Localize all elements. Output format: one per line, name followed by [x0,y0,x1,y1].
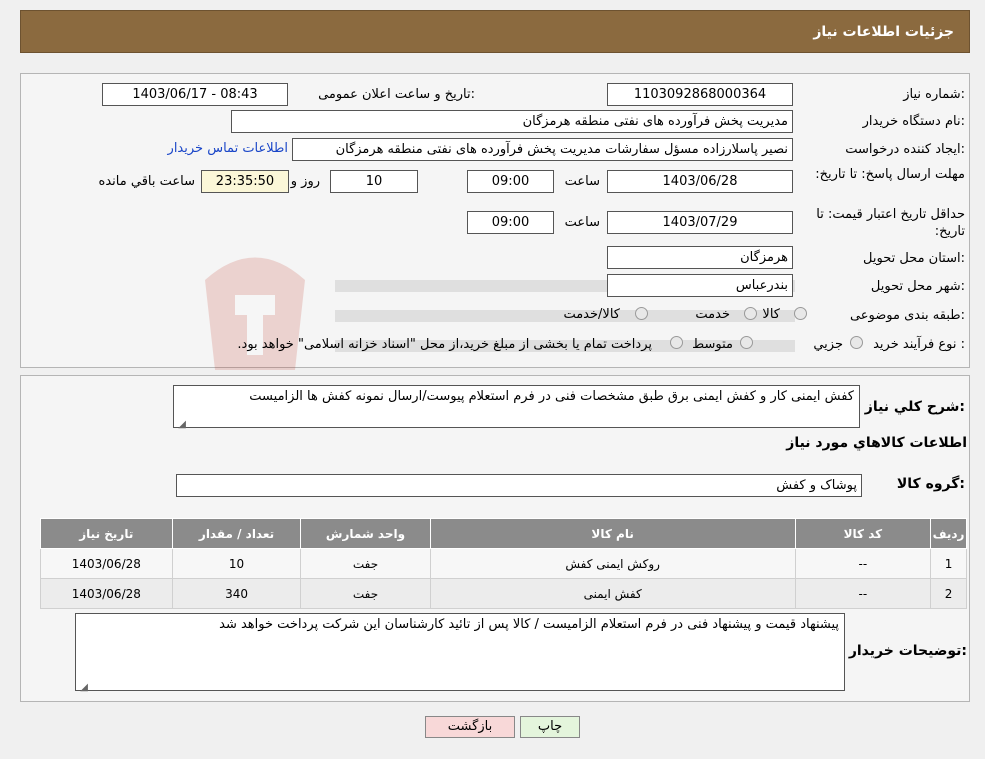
resize-grip-icon: ◢ [80,682,88,693]
price-validity-label: حداقل تاریخ اعتبار قیمت: تا تاریخ: [816,207,965,239]
cell-name: روکش ایمنی کفش [429,548,796,579]
col-header-date: تاریخ نیاز [40,518,173,549]
col-header-code: کد کالا [794,518,932,549]
price-time-label: ساعت [564,215,600,230]
process-radio-minor[interactable] [850,336,863,349]
announce-datetime-label: تاریخ و ساعت اعلان عمومی: [318,87,475,102]
process-radio-treasury[interactable] [670,336,683,349]
reply-deadline-label: مهلت ارسال پاسخ: تا تاریخ: [815,167,965,182]
process-minor-label: جزیي [813,337,843,352]
process-medium-label: متوسط [692,337,733,352]
page-header: جزئیات اطلاعات نیاز [20,10,970,53]
cell-code: -- [794,548,932,579]
summary-text: کفش ایمنی کار و کفش ایمنی برق طبق مشخصات… [249,389,854,404]
price-validity-time: 09:00 [467,211,554,234]
buyer-notes-text: پیشنهاد قیمت و پیشنهاد فنی در فرم استعلا… [219,617,839,632]
requester-label: ایجاد کننده درخواست: [845,142,965,157]
summary-label: شرح کلي نياز: [864,399,965,415]
need-number-label: شماره نیاز: [903,87,965,102]
summary-field: کفش ایمنی کار و کفش ایمنی برق طبق مشخصات… [173,385,860,430]
remaining-label: ساعت باقي مانده [98,174,195,189]
buyer-notes-label: توضیحات خریدار: [848,643,967,659]
category-goods-label: کالا [762,307,780,322]
days-label: روز و [290,174,320,189]
goods-table: ردیف کد کالا نام کالا واحد شمارش تعداد /… [40,518,967,609]
treasury-note: پرداخت تمام یا بخشی از مبلغ خرید،از محل … [237,337,652,352]
province-label: استان محل تحویل: [863,251,965,266]
cell-code: -- [794,578,932,609]
process-radio-medium[interactable] [740,336,753,349]
announce-datetime-field: 1403/06/17 - 08:43 [102,83,288,106]
buyer-org-field: مدیریت پخش فرآورده های نفتی منطقه هرمزگا… [231,110,793,133]
cell-date: 1403/06/28 [40,548,173,579]
cell-name: کفش ایمنی [429,578,796,609]
reply-time-label: ساعت [564,174,600,189]
reply-deadline-date: 1403/06/28 [607,170,793,193]
city-field: بندرعباس [607,274,793,297]
remaining-days: 10 [330,170,418,193]
cell-row: 1 [930,548,967,579]
back-button[interactable]: بازگشت [425,716,515,738]
need-number-field: 1103092868000364 [607,83,793,106]
category-both-label: کالا/خدمت [563,307,620,322]
page-title: جزئیات اطلاعات نیاز [813,24,954,40]
goods-section-title: اطلاعات کالاهاي مورد نياز [786,435,967,451]
resize-grip-icon: ◢ [178,419,186,430]
price-validity-date: 1403/07/29 [607,211,793,234]
col-header-name: نام کالا [429,518,796,549]
cell-row: 2 [930,578,967,609]
cell-qty: 10 [171,548,302,579]
category-radio-both[interactable] [635,307,648,320]
goods-group-field: پوشاک و کفش [176,474,862,497]
buyer-contact-link[interactable]: اطلاعات تماس خریدار [168,141,288,156]
category-label: طبقه بندی موضوعی: [849,308,965,323]
buyer-notes-field: پیشنهاد قیمت و پیشنهاد فنی در فرم استعلا… [75,613,845,693]
table-row: 2 -- کفش ایمنی جفت 340 1403/06/28 [40,578,967,609]
province-field: هرمزگان [607,246,793,269]
category-radio-service[interactable] [744,307,757,320]
requester-field: نصیر پاسلارزاده مسؤل سفارشات مدیریت پخش … [292,138,793,161]
cell-unit: جفت [300,578,431,609]
category-service-label: خدمت [695,307,730,322]
city-label: شهر محل تحویل: [870,279,965,294]
goods-table-header: ردیف کد کالا نام کالا واحد شمارش تعداد /… [40,518,967,549]
cell-unit: جفت [300,548,431,579]
print-button[interactable]: چاپ [520,716,580,738]
table-row: 1 -- روکش ایمنی کفش جفت 10 1403/06/28 [40,548,967,579]
buyer-org-label: نام دستگاه خریدار: [862,114,965,129]
process-label: نوع فرآیند خرید : [873,337,965,352]
category-radio-goods[interactable] [794,307,807,320]
reply-deadline-time: 09:00 [467,170,554,193]
cell-qty: 340 [171,578,302,609]
remaining-time: 23:35:50 [201,170,289,193]
col-header-unit: واحد شمارش [300,518,431,549]
goods-group-label: گروه کالا: [896,476,965,492]
col-header-row: ردیف [930,518,967,549]
col-header-qty: تعداد / مقدار [171,518,302,549]
cell-date: 1403/06/28 [40,578,173,609]
